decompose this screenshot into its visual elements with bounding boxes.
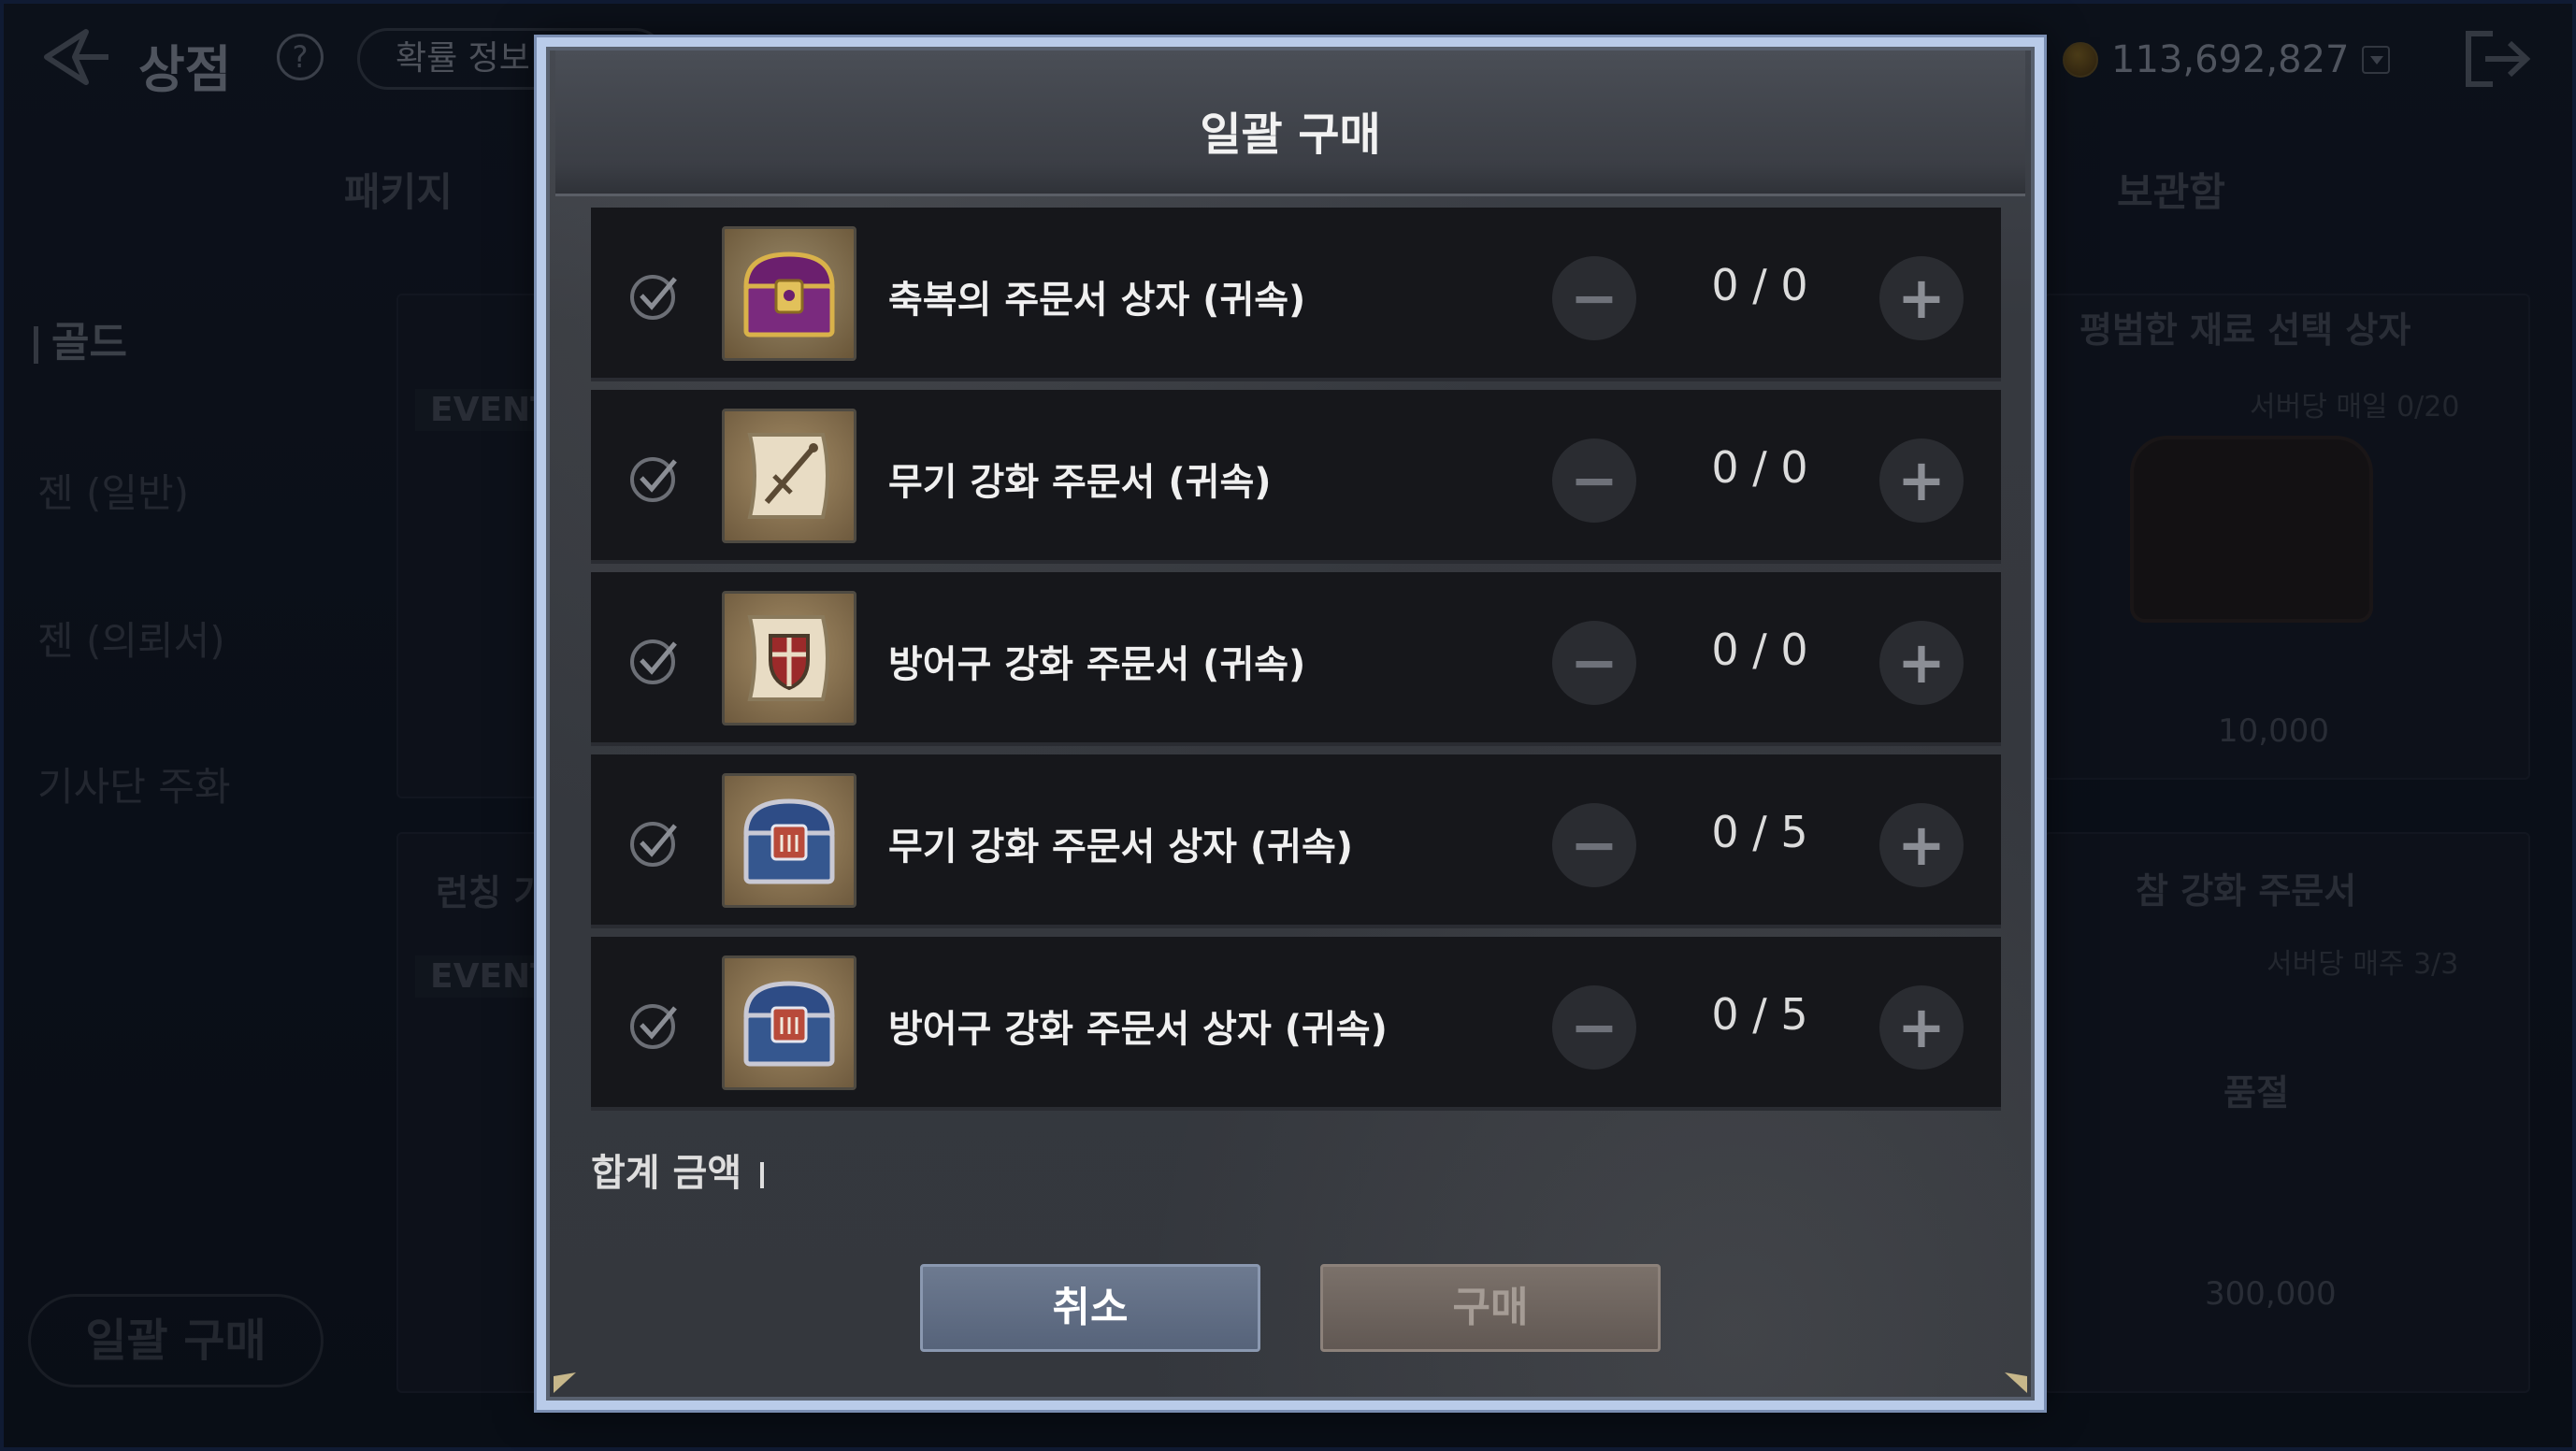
decrease-button[interactable]: − — [1552, 256, 1636, 340]
blessed-scroll-chest-icon — [722, 226, 856, 361]
increase-button[interactable]: + — [1879, 985, 1964, 1070]
cancel-button[interactable]: 취소 — [920, 1264, 1260, 1352]
decrease-button[interactable]: − — [1552, 621, 1636, 705]
plus-icon: + — [1897, 811, 1946, 879]
dialog-title: 일괄 구매 — [1200, 108, 1381, 161]
quantity-value: 0 / 0 — [1711, 625, 1808, 675]
list-item[interactable]: 축복의 주문서 상자 (귀속) − 0 / 0 + — [591, 208, 2001, 381]
buy-button[interactable]: 구매 — [1320, 1264, 1661, 1352]
purchase-item-list: 축복의 주문서 상자 (귀속) − 0 / 0 + 무기 강화 주문서 (귀속)… — [591, 208, 2001, 1119]
quantity-value: 0 / 0 — [1711, 442, 1808, 493]
quantity-value: 0 / 5 — [1711, 989, 1808, 1040]
check-icon[interactable] — [626, 814, 683, 870]
check-icon[interactable] — [626, 267, 683, 323]
total-amount-label: 합계 금액 — [591, 1152, 742, 1195]
list-item[interactable]: 방어구 강화 주문서 (귀속) − 0 / 0 + — [591, 572, 2001, 746]
increase-button[interactable]: + — [1879, 621, 1964, 705]
total-amount: 합계 금액 — [591, 1142, 765, 1197]
dialog-title-bar: 일괄 구매 — [555, 50, 2025, 196]
quantity-value: 0 / 5 — [1711, 807, 1808, 857]
plus-icon: + — [1897, 264, 1946, 332]
increase-button[interactable]: + — [1879, 256, 1964, 340]
total-separator — [760, 1162, 765, 1188]
plus-icon: + — [1897, 993, 1946, 1061]
weapon-scroll-chest-icon — [722, 773, 856, 908]
decrease-button[interactable]: − — [1552, 803, 1636, 887]
list-item[interactable]: 무기 강화 주문서 (귀속) − 0 / 0 + — [591, 390, 2001, 564]
quantity-value: 0 / 0 — [1711, 260, 1808, 310]
check-icon[interactable] — [626, 632, 683, 688]
decrease-button[interactable]: − — [1552, 438, 1636, 523]
minus-icon: − — [1570, 446, 1619, 514]
item-name: 무기 강화 주문서 (귀속) — [888, 461, 1272, 504]
item-name: 축복의 주문서 상자 (귀속) — [888, 279, 1306, 322]
plus-icon: + — [1897, 446, 1946, 514]
weapon-scroll-icon — [722, 409, 856, 543]
minus-icon: − — [1570, 264, 1619, 332]
corner-ornament-icon — [554, 1372, 576, 1393]
check-icon[interactable] — [626, 450, 683, 506]
increase-button[interactable]: + — [1879, 438, 1964, 523]
minus-icon: − — [1570, 993, 1619, 1061]
bulk-purchase-dialog: 일괄 구매 축복의 주문서 상자 (귀속) − 0 / 0 + 무기 강화 주문… — [537, 37, 2044, 1410]
check-icon[interactable] — [626, 997, 683, 1053]
item-name: 방어구 강화 주문서 상자 (귀속) — [888, 1008, 1388, 1051]
armor-scroll-chest-icon — [722, 955, 856, 1090]
decrease-button[interactable]: − — [1552, 985, 1636, 1070]
minus-icon: − — [1570, 628, 1619, 697]
increase-button[interactable]: + — [1879, 803, 1964, 887]
plus-icon: + — [1897, 628, 1946, 697]
item-name: 방어구 강화 주문서 (귀속) — [888, 643, 1306, 686]
list-item[interactable]: 방어구 강화 주문서 상자 (귀속) − 0 / 5 + — [591, 937, 2001, 1111]
armor-scroll-icon — [722, 591, 856, 726]
minus-icon: − — [1570, 811, 1619, 879]
item-name: 무기 강화 주문서 상자 (귀속) — [888, 826, 1354, 869]
corner-ornament-icon — [2005, 1372, 2027, 1393]
list-item[interactable]: 무기 강화 주문서 상자 (귀속) − 0 / 5 + — [591, 754, 2001, 928]
